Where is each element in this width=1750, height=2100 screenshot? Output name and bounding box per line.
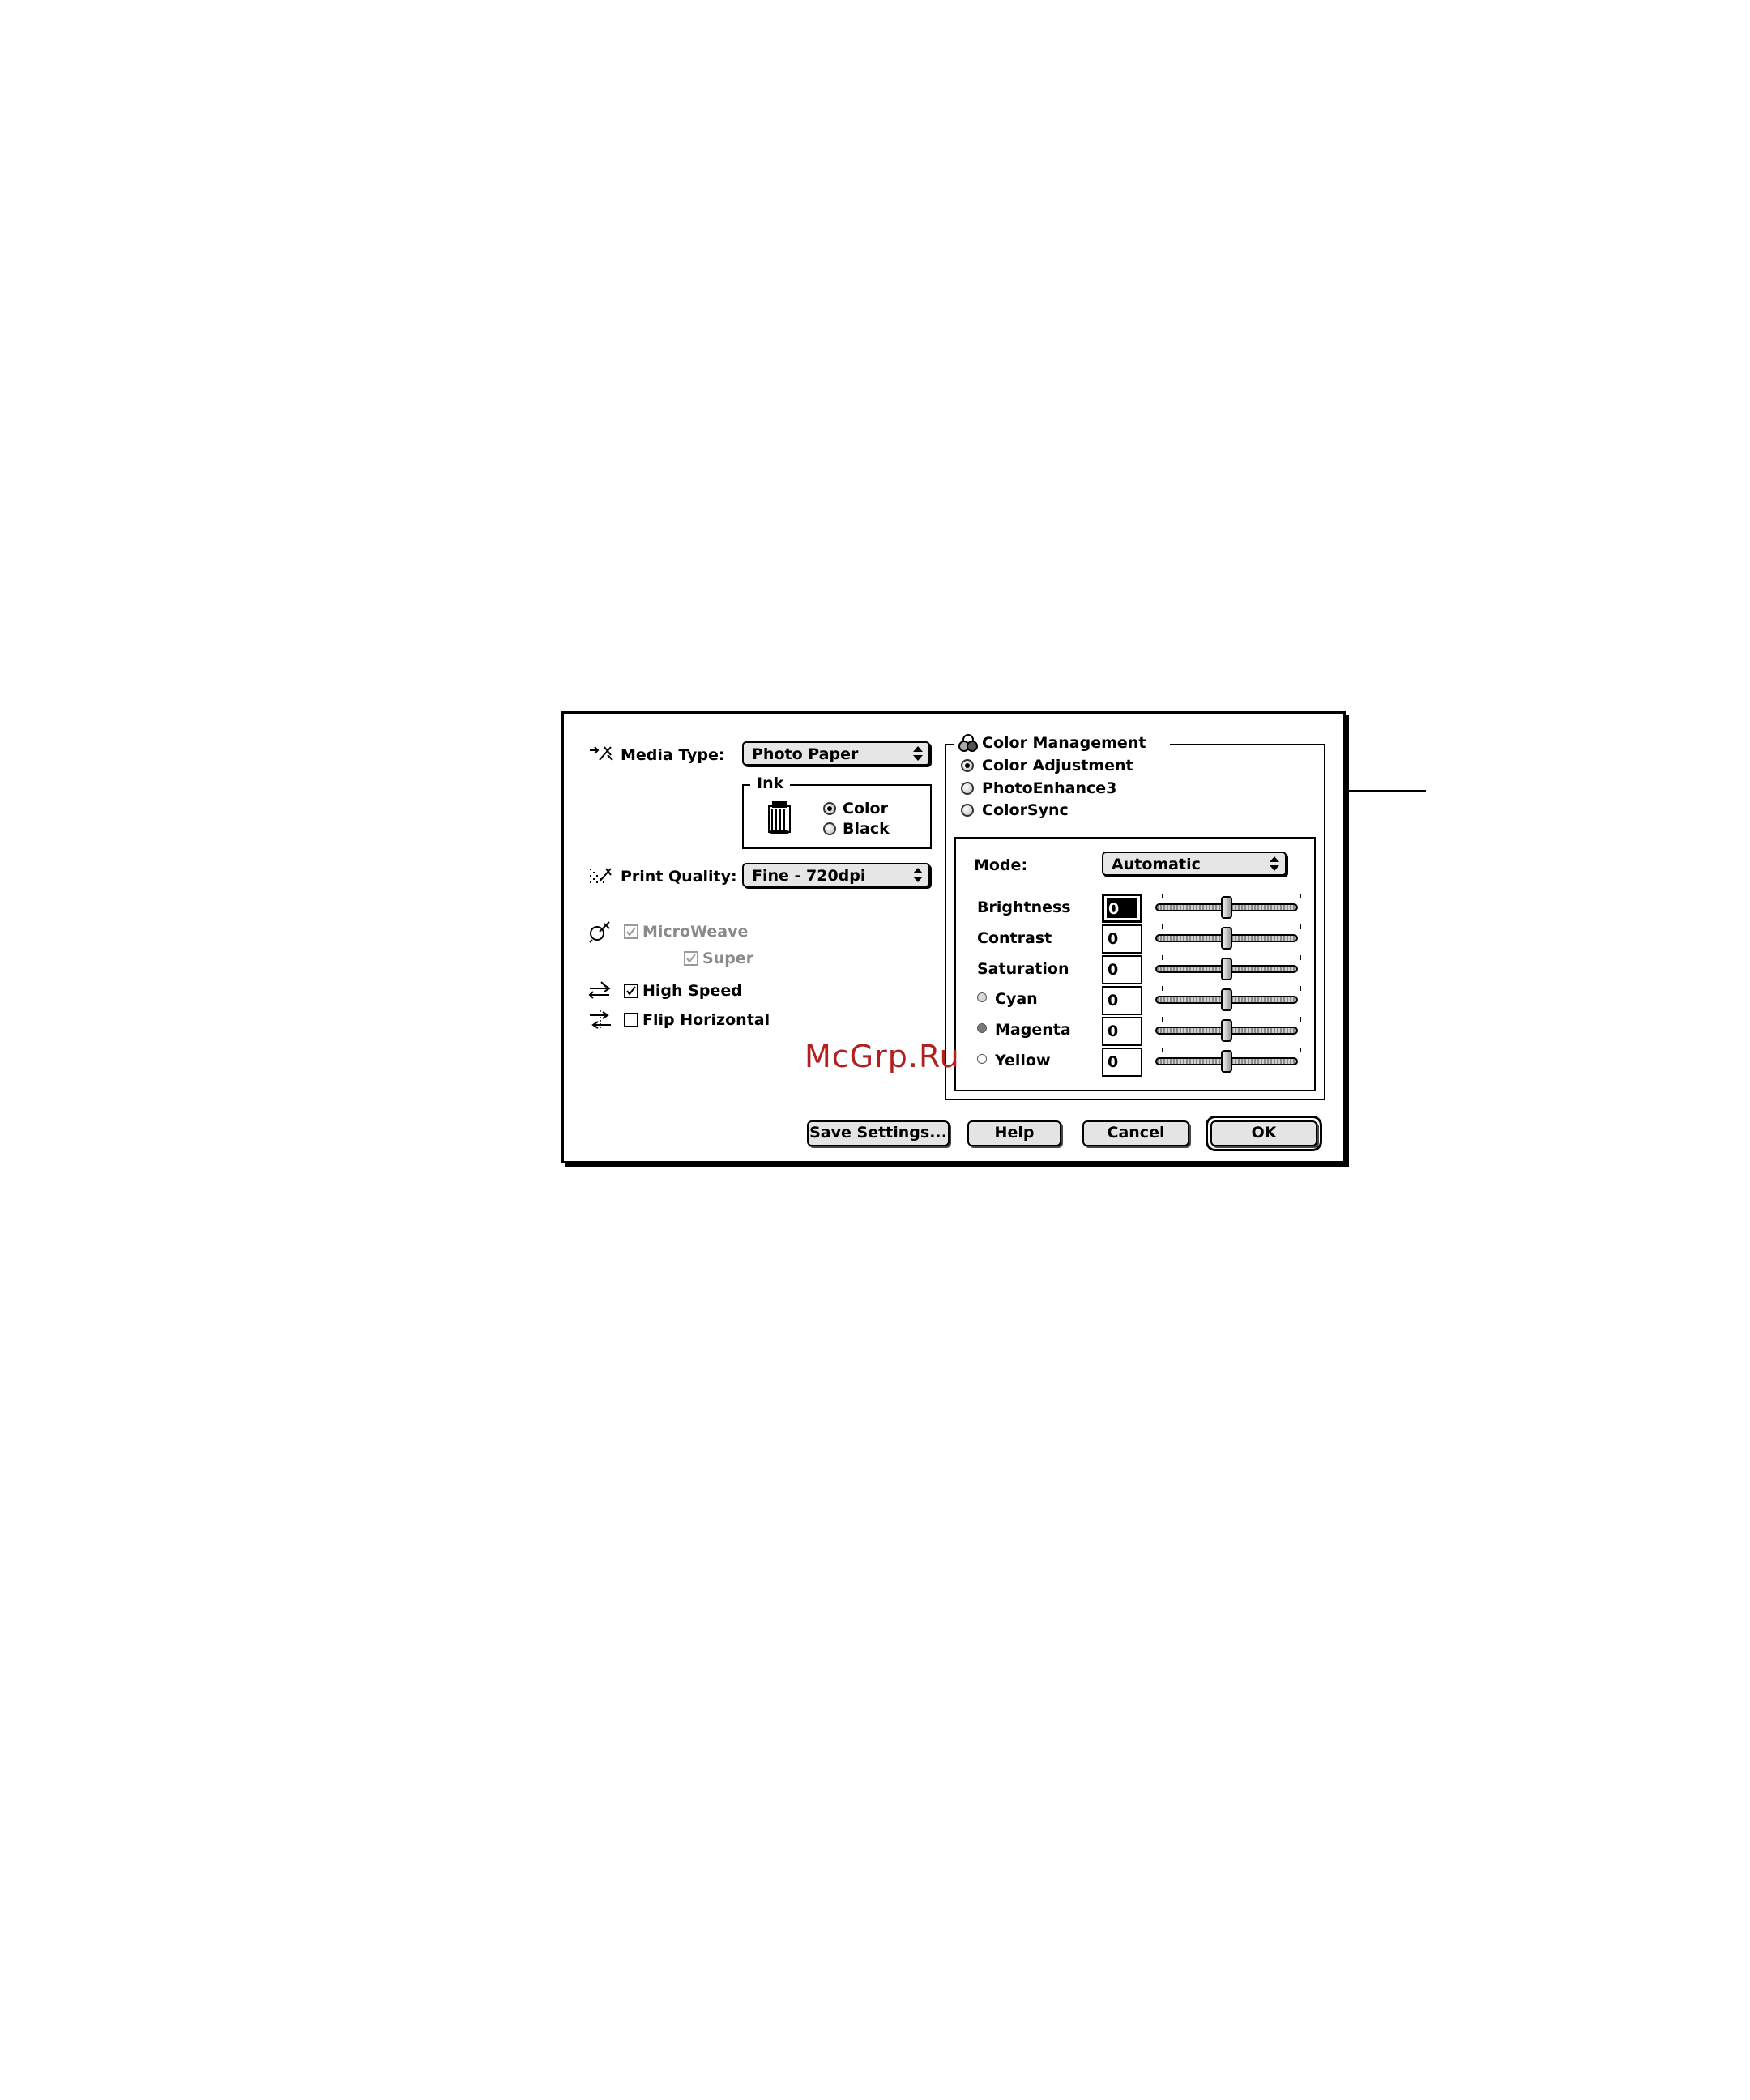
mode-popup[interactable]: Automatic	[1102, 852, 1287, 876]
media-type-label: Media Type:	[621, 746, 725, 764]
ink-group-title: Ink	[750, 775, 791, 792]
cancel-button[interactable]: Cancel	[1082, 1120, 1189, 1146]
ink-black-label: Black	[843, 820, 890, 838]
cyan-field[interactable]: 0	[1102, 986, 1142, 1015]
flip-horizontal-checkbox[interactable]	[624, 1013, 638, 1027]
brightness-field[interactable]: 0	[1102, 894, 1142, 923]
popup-arrows-icon	[1270, 856, 1279, 871]
microweave-icon	[588, 920, 612, 943]
saturation-label: Saturation	[977, 960, 1069, 978]
popup-arrows-icon	[913, 868, 923, 882]
slider-tick	[1300, 986, 1301, 991]
watermark-text: McGrp.Ru	[805, 1039, 960, 1074]
yellow-dot-icon	[977, 1054, 987, 1064]
slider-tick	[1300, 955, 1301, 960]
slider-tick	[1300, 894, 1301, 898]
high-speed-checkbox[interactable]	[624, 984, 638, 998]
yellow-label: Yellow	[995, 1052, 1051, 1069]
cyan-slider-thumb[interactable]	[1221, 988, 1232, 1011]
magenta-field[interactable]: 0	[1102, 1017, 1142, 1046]
slider-tick	[1162, 986, 1163, 991]
microweave-label: MicroWeave	[642, 923, 749, 941]
color-management-title: Color Management	[982, 734, 1146, 752]
slider-tick	[1162, 1017, 1163, 1022]
yellow-field[interactable]: 0	[1102, 1048, 1142, 1077]
media-type-icon	[588, 744, 614, 763]
photoenhance3-label: PhotoEnhance3	[982, 779, 1117, 797]
photoenhance3-radio[interactable]	[961, 782, 974, 795]
cyan-label: Cyan	[995, 990, 1038, 1008]
cyan-dot-icon	[977, 992, 987, 1002]
ink-color-label: Color	[843, 800, 888, 817]
flip-horizontal-label: Flip Horizontal	[642, 1011, 770, 1029]
brightness-slider-thumb[interactable]	[1221, 896, 1232, 919]
microweave-checkbox[interactable]	[624, 924, 638, 939]
saturation-field[interactable]: 0	[1102, 955, 1142, 984]
slider-tick	[1300, 1017, 1301, 1022]
slider-tick	[1300, 1048, 1301, 1052]
magenta-label: Magenta	[995, 1021, 1071, 1039]
help-button[interactable]: Help	[967, 1120, 1061, 1146]
color-management-icon	[958, 733, 979, 753]
super-label: Super	[702, 950, 754, 967]
magenta-dot-icon	[977, 1023, 987, 1033]
high-speed-label: High Speed	[642, 982, 742, 1000]
magenta-slider-thumb[interactable]	[1221, 1019, 1232, 1042]
slider-tick	[1162, 955, 1163, 960]
brightness-label: Brightness	[977, 898, 1071, 916]
high-speed-icon	[588, 980, 612, 1000]
slider-tick	[1162, 894, 1163, 898]
print-quality-value: Fine - 720dpi	[752, 867, 866, 885]
mode-label: Mode:	[974, 856, 1028, 874]
colorsync-label: ColorSync	[982, 801, 1069, 819]
super-checkbox[interactable]	[684, 951, 698, 966]
colorsync-radio[interactable]	[961, 804, 974, 817]
contrast-slider-thumb[interactable]	[1221, 927, 1232, 950]
print-quality-icon	[588, 865, 614, 886]
slider-tick	[1162, 924, 1163, 929]
contrast-field[interactable]: 0	[1102, 924, 1142, 954]
color-adjustment-label: Color Adjustment	[982, 757, 1133, 775]
yellow-slider-thumb[interactable]	[1221, 1050, 1232, 1073]
ok-button[interactable]: OK	[1206, 1116, 1322, 1151]
print-settings-dialog: Media Type: Photo Paper Ink Color Black …	[561, 711, 1346, 1163]
print-quality-popup[interactable]: Fine - 720dpi	[742, 863, 930, 887]
slider-tick	[1162, 1048, 1163, 1052]
mode-value: Automatic	[1112, 856, 1201, 873]
print-quality-label: Print Quality:	[621, 868, 737, 886]
media-type-popup[interactable]: Photo Paper	[742, 741, 930, 766]
ink-cartridge-icon	[764, 798, 795, 835]
save-settings-button[interactable]: Save Settings...	[807, 1120, 950, 1146]
flip-horizontal-icon	[588, 1009, 612, 1031]
media-type-value: Photo Paper	[752, 745, 859, 763]
ink-black-radio[interactable]	[823, 822, 836, 835]
color-adjustment-radio[interactable]	[961, 759, 974, 772]
saturation-slider-thumb[interactable]	[1221, 958, 1232, 980]
slider-tick	[1300, 924, 1301, 929]
popup-arrows-icon	[913, 746, 923, 761]
ink-color-radio[interactable]	[823, 802, 836, 815]
contrast-label: Contrast	[977, 929, 1052, 947]
